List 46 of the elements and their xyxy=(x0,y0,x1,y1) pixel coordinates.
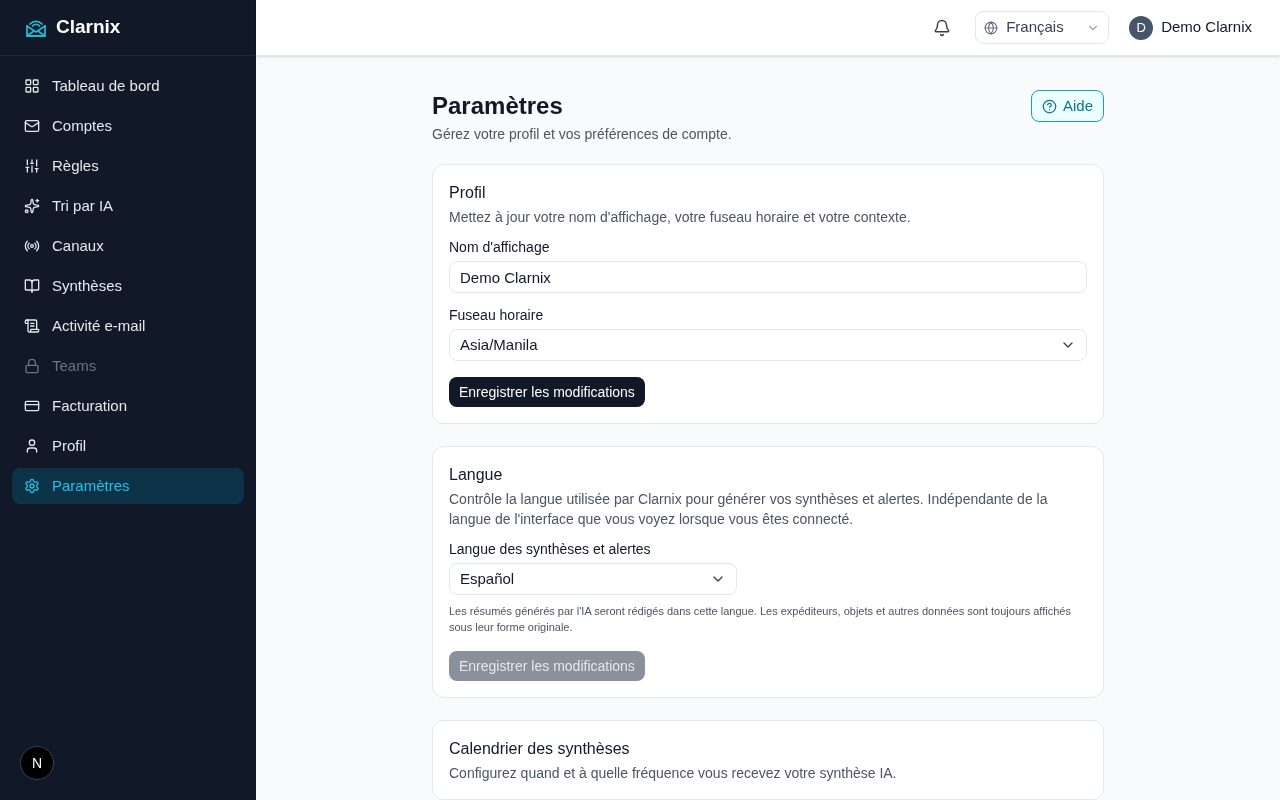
field-label: Fuseau horaire xyxy=(449,306,545,325)
select-field[interactable]: Español xyxy=(449,563,737,595)
book-icon xyxy=(24,278,40,294)
sidebar-item[interactable]: Tableau de bord xyxy=(12,68,244,104)
card-title: Profil xyxy=(449,183,487,203)
help-button[interactable]: Aide xyxy=(1030,90,1104,122)
hint-text: Les résumés générés par l'IA seront rédigés dans cette langue. Les expéditeurs, objets et autres données sont toujours affichés sous leur forme originale. xyxy=(449,604,1072,635)
avatar-badge[interactable]: N xyxy=(20,746,54,780)
sidebar-item[interactable]: Comptes xyxy=(12,108,244,144)
lock-icon xyxy=(24,358,40,374)
sidebar-item[interactable]: Activité e-mail xyxy=(12,308,244,344)
help-icon xyxy=(1041,98,1057,114)
sidebar-item[interactable]: Synthèses xyxy=(12,268,244,304)
field-label: Nom d'affichage xyxy=(449,238,551,257)
card-description: Mettez à jour votre nom d'affichage, votre fuseau horaire et votre contexte. xyxy=(449,208,912,227)
settings-icon xyxy=(24,478,40,494)
envelope-icon xyxy=(24,118,40,134)
card-title: Calendrier des synthèses xyxy=(449,739,631,759)
globe-icon xyxy=(984,20,999,35)
select-field[interactable]: Asia/Manila xyxy=(449,329,1087,361)
sidebar-item[interactable]: Canaux xyxy=(12,228,244,264)
brand-name: Clarnix xyxy=(56,15,121,40)
sidebar-item[interactable]: Paramètres xyxy=(12,468,244,504)
sidebar-item[interactable]: Facturation xyxy=(12,388,244,424)
broadcast-icon xyxy=(24,238,40,254)
sliders-icon xyxy=(24,158,40,174)
sidebar-item[interactable]: Tri par IA xyxy=(12,188,244,224)
card-title: Langue xyxy=(449,465,504,485)
credit-card-icon xyxy=(24,398,40,414)
save-button[interactable]: Enregistrer les modifications xyxy=(449,377,645,407)
page-subtitle: Gérez votre profil et vos préférences de compte. xyxy=(432,125,732,144)
sidebar-item[interactable]: Règles xyxy=(12,148,244,184)
field-label: Langue des synthèses et alertes xyxy=(449,540,652,559)
user-avatar[interactable]: D xyxy=(1129,15,1154,40)
sparkles-icon xyxy=(24,198,40,214)
page-title: Paramètres xyxy=(432,91,564,121)
card-description: Configurez quand et à quelle fréquence vous recevez votre synthèse IA. xyxy=(449,764,898,783)
language-select[interactable]: Français xyxy=(975,11,1110,44)
text-field[interactable]: Demo Clarnix xyxy=(449,261,1087,293)
scroll-icon xyxy=(24,318,40,334)
notification-bell-icon[interactable] xyxy=(933,18,952,37)
user-icon xyxy=(24,438,40,454)
card-description: Contrôle la langue utilisée par Clarnix pour générer vos synthèses et alertes. Indépendante de la langue de l'interface que vous voyez lorsque vous êtes connecté. xyxy=(449,490,1049,529)
sidebar-item[interactable]: Profil xyxy=(12,428,244,464)
grid-icon xyxy=(24,78,40,94)
user-name: Demo Clarnix xyxy=(1161,17,1252,38)
